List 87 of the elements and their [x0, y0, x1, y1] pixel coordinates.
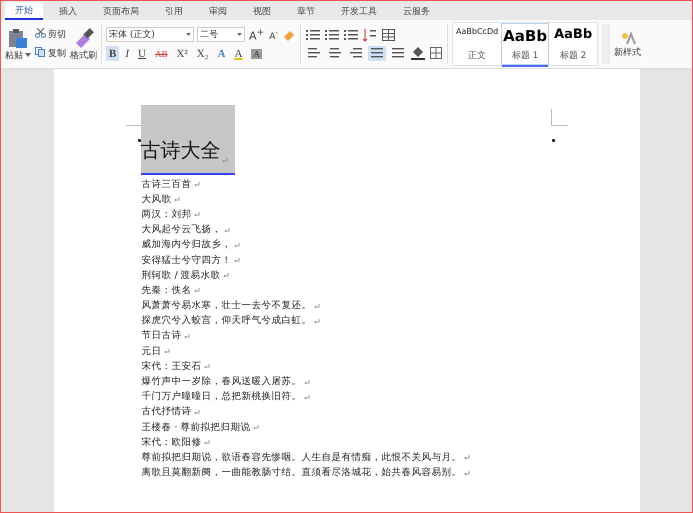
ribbon-tab[interactable]: 页面布局 — [93, 2, 149, 20]
bullet-mark — [552, 138, 554, 142]
ribbon-tab[interactable]: 云服务 — [393, 2, 440, 20]
return-mark-icon — [314, 304, 320, 309]
align-button[interactable] — [368, 46, 386, 60]
font-size-dropdown[interactable]: 二号 — [197, 27, 245, 42]
ribbon-tab[interactable]: 开始 — [5, 2, 43, 20]
ribbon-tab[interactable]: 引用 — [155, 2, 193, 20]
text-line: 先秦：佚名 — [142, 284, 192, 297]
text-line: 大风起兮云飞扬， — [142, 224, 222, 236]
grow-font-button[interactable]: A$^{+}$ — [248, 26, 266, 42]
fill-bucket-icon — [410, 46, 426, 60]
scissors-icon — [35, 28, 46, 38]
text-line: 爆竹声中一岁除，春风送暖入屠苏。 — [142, 376, 302, 388]
text-line: 荆轲歌 / 渡易水歌 — [142, 270, 221, 282]
return-mark-icon — [194, 212, 200, 218]
cut-button[interactable]: 剪切 — [35, 28, 66, 41]
return-mark-icon — [222, 273, 229, 278]
text-line: 大风歌 — [142, 194, 172, 206]
return-mark-icon — [194, 182, 200, 188]
caret-icon — [237, 33, 242, 36]
text-line: 千门万户曈曈日，总把新桃换旧符。 — [142, 391, 302, 404]
text-line: 古代抒情诗 — [142, 406, 192, 418]
text-line: 王楼春 · 尊前拟把归期说 — [142, 422, 251, 434]
return-mark-icon — [204, 440, 210, 446]
text-line: 离歌且莫翻新阕，一曲能教肠寸结。直须看尽洛城花，始共春风容易别。 — [142, 467, 462, 480]
return-mark-icon — [204, 364, 210, 370]
return-mark-icon — [314, 318, 320, 324]
return-mark-icon — [194, 288, 200, 294]
ribbon-tab[interactable]: 审阅 — [199, 2, 237, 20]
format-button[interactable]: X² — [173, 46, 191, 62]
text-line: 宋代：欧阳修 — [142, 436, 202, 449]
paste-button[interactable]: 粘贴 — [5, 26, 31, 62]
text-line: 安得猛士兮守四方！ — [142, 254, 232, 267]
text-line: 两汉：刘邦 — [142, 208, 192, 221]
list-icon — [324, 28, 340, 42]
bullet-mark — [138, 138, 140, 142]
caret-icon — [186, 33, 191, 36]
caret-icon — [25, 53, 31, 57]
return-mark-icon — [174, 197, 180, 202]
return-mark-icon — [464, 455, 470, 460]
text-line: 风萧萧兮易水寒，壮士一去兮不复还。 — [142, 300, 312, 312]
return-mark-icon — [194, 410, 200, 415]
clipboard-icon — [7, 26, 29, 48]
style-item[interactable]: AaBb 标题 1 — [501, 23, 550, 65]
format-button[interactable]: A — [248, 46, 265, 62]
text-line: 元日 — [142, 346, 162, 358]
format-painter-button[interactable]: 格式刷 — [70, 26, 97, 62]
font-name-dropdown[interactable]: 宋体 (正文) — [106, 27, 194, 42]
format-button[interactable]: AB — [152, 46, 170, 62]
list-icon — [343, 28, 360, 42]
ribbon-tab[interactable]: 开发工具 — [331, 2, 387, 20]
border-icon — [429, 46, 444, 60]
table-icon — [381, 28, 398, 42]
return-mark-icon — [222, 158, 228, 163]
return-mark-icon — [304, 394, 310, 400]
format-button[interactable]: U — [135, 46, 149, 62]
ribbon-tab[interactable]: 插入 — [49, 2, 87, 20]
return-mark-icon — [164, 349, 170, 354]
return-mark-icon — [234, 258, 240, 264]
document-title: 古诗大全 — [140, 139, 220, 163]
return-mark-icon — [234, 242, 240, 248]
format-button[interactable]: A — [231, 46, 246, 62]
text-line: 探虎穴兮入蛟宫，仰天呼气兮成白虹。 — [142, 315, 312, 328]
return-mark-icon — [224, 228, 230, 233]
shrink-font-button[interactable]: A$^{-}$ — [268, 28, 280, 42]
text-line: 尊前拟把归期说，欲语春容先惨咽。人生自是有情痴，此恨不关风与月。 — [142, 452, 462, 464]
return-mark-icon — [252, 425, 259, 430]
text-line: 威加海内兮归故乡， — [142, 239, 232, 252]
text-line: 古诗三百首 — [142, 178, 192, 191]
text-line: 节日古诗 — [142, 330, 182, 342]
copy-button[interactable]: 复制 — [35, 47, 66, 60]
format-button[interactable]: I — [122, 46, 132, 62]
format-button[interactable]: B — [106, 46, 120, 62]
ribbon-tab[interactable]: 视图 — [243, 2, 281, 20]
return-mark-icon — [304, 380, 310, 385]
new-style-button[interactable]: 新样式 — [614, 30, 642, 58]
format-button[interactable]: X₂ — [194, 46, 212, 62]
copy-icon — [35, 47, 46, 57]
ribbon-tab[interactable]: 章节 — [287, 2, 325, 20]
format-button[interactable]: A — [214, 46, 228, 62]
return-mark-icon — [184, 334, 190, 339]
crop-mark — [550, 109, 568, 126]
sort-icon — [362, 28, 378, 42]
text-line: 宋代：王安石 — [142, 360, 202, 373]
list-icon — [305, 28, 322, 42]
return-mark-icon — [464, 470, 470, 476]
